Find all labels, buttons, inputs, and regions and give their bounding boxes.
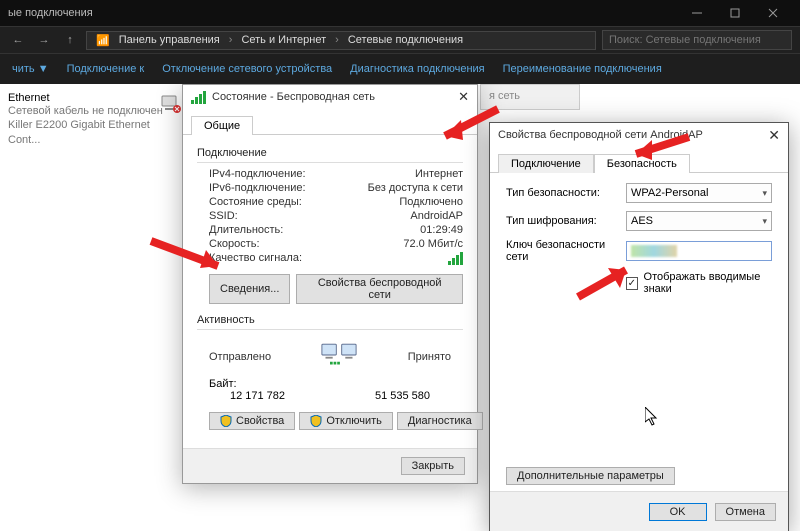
show-characters-label: Отображать вводимые знаки bbox=[644, 271, 772, 295]
up-button[interactable]: ↑ bbox=[60, 34, 80, 46]
security-type-label: Тип безопасности: bbox=[506, 187, 626, 199]
breadcrumb[interactable]: 📶 Панель управления› Сеть и Интернет› Се… bbox=[86, 31, 596, 50]
close-button[interactable] bbox=[754, 0, 792, 26]
wireless-properties-button[interactable]: Свойства беспроводной сети bbox=[296, 274, 463, 304]
wireless-properties-dialog: Свойства беспроводной сети AndroidAP ✕ П… bbox=[489, 122, 789, 531]
bytes-sent: 12 171 782 bbox=[209, 390, 306, 402]
disable-button[interactable]: Отключить bbox=[299, 412, 393, 430]
connect-to[interactable]: Подключение к bbox=[67, 63, 145, 75]
address-bar: ← → ↑ 📶 Панель управления› Сеть и Интерн… bbox=[0, 26, 800, 54]
activity-group: Активность bbox=[197, 314, 463, 326]
cursor-icon bbox=[645, 407, 659, 427]
window-title: ые подключения bbox=[8, 7, 678, 19]
arrow-annotation-1 bbox=[146, 236, 232, 276]
tab-general[interactable]: Общие bbox=[191, 116, 253, 135]
main-area: Ethernet Сетевой кабель не подключен Kil… bbox=[0, 84, 800, 531]
rename-connection[interactable]: Переименование подключения bbox=[503, 63, 662, 75]
search-input[interactable] bbox=[602, 30, 792, 50]
arrow-annotation-3 bbox=[624, 132, 694, 162]
encryption-select[interactable]: AES▾ bbox=[626, 211, 772, 231]
forward-button[interactable]: → bbox=[34, 34, 54, 46]
props-close-button[interactable]: ✕ bbox=[768, 127, 780, 144]
cancel-button[interactable]: Отмена bbox=[715, 503, 776, 521]
arrow-annotation-4 bbox=[570, 262, 640, 302]
crumb-l1[interactable]: Сеть и Интернет bbox=[238, 34, 329, 46]
diagnose[interactable]: Диагностика подключения bbox=[350, 63, 484, 75]
minimize-button[interactable] bbox=[678, 0, 716, 26]
quality-bars-icon bbox=[448, 252, 463, 265]
status-dialog-title: Состояние - Беспроводная сеть bbox=[212, 91, 452, 103]
signal-icon bbox=[191, 91, 206, 104]
close-status-button[interactable]: Закрыть bbox=[401, 457, 465, 475]
ethernet-icon bbox=[160, 92, 182, 114]
disable-device[interactable]: Отключение сетевого устройства bbox=[162, 63, 332, 75]
status-close-button[interactable]: ✕ bbox=[458, 89, 469, 105]
folder-icon: 📶 bbox=[93, 34, 113, 47]
window-titlebar: ые подключения bbox=[0, 0, 800, 26]
ethernet-adapter: Killer E2200 Gigabit Ethernet Cont... bbox=[8, 118, 183, 147]
properties-button[interactable]: Свойства bbox=[209, 412, 295, 430]
diagnose-button[interactable]: Диагностика bbox=[397, 412, 483, 430]
back-button[interactable]: ← bbox=[8, 34, 28, 46]
security-type-select[interactable]: WPA2-Personal▾ bbox=[626, 183, 772, 203]
bytes-received: 51 535 580 bbox=[354, 390, 451, 402]
ethernet-item[interactable]: Ethernet Сетевой кабель не подключен Kil… bbox=[8, 92, 183, 147]
connection-grid: IPv4-подключение:Интернет IPv6-подключен… bbox=[197, 168, 463, 268]
computers-icon bbox=[315, 341, 363, 372]
security-key-input[interactable] bbox=[626, 241, 772, 261]
arrow-annotation-2 bbox=[433, 104, 503, 146]
maximize-button[interactable] bbox=[716, 0, 754, 26]
ethernet-status: Сетевой кабель не подключен bbox=[8, 104, 183, 118]
connection-group: Подключение bbox=[197, 147, 463, 159]
crumb-root[interactable]: Панель управления bbox=[116, 34, 223, 46]
tab-connection[interactable]: Подключение bbox=[498, 154, 594, 173]
organize-menu[interactable]: чить ▼ bbox=[12, 63, 49, 75]
status-pane: Подключение IPv4-подключение:Интернет IP… bbox=[183, 135, 477, 448]
command-toolbar: чить ▼ Подключение к Отключение сетевого… bbox=[0, 54, 800, 84]
crumb-l2[interactable]: Сетевые подключения bbox=[345, 34, 466, 46]
details-button[interactable]: Сведения... bbox=[209, 274, 290, 304]
ok-button[interactable]: OK bbox=[649, 503, 707, 521]
encryption-label: Тип шифрования: bbox=[506, 215, 626, 227]
advanced-params-button[interactable]: Дополнительные параметры bbox=[506, 467, 675, 485]
ethernet-name: Ethernet bbox=[8, 92, 183, 104]
security-key-label: Ключ безопасности сети bbox=[506, 239, 626, 263]
